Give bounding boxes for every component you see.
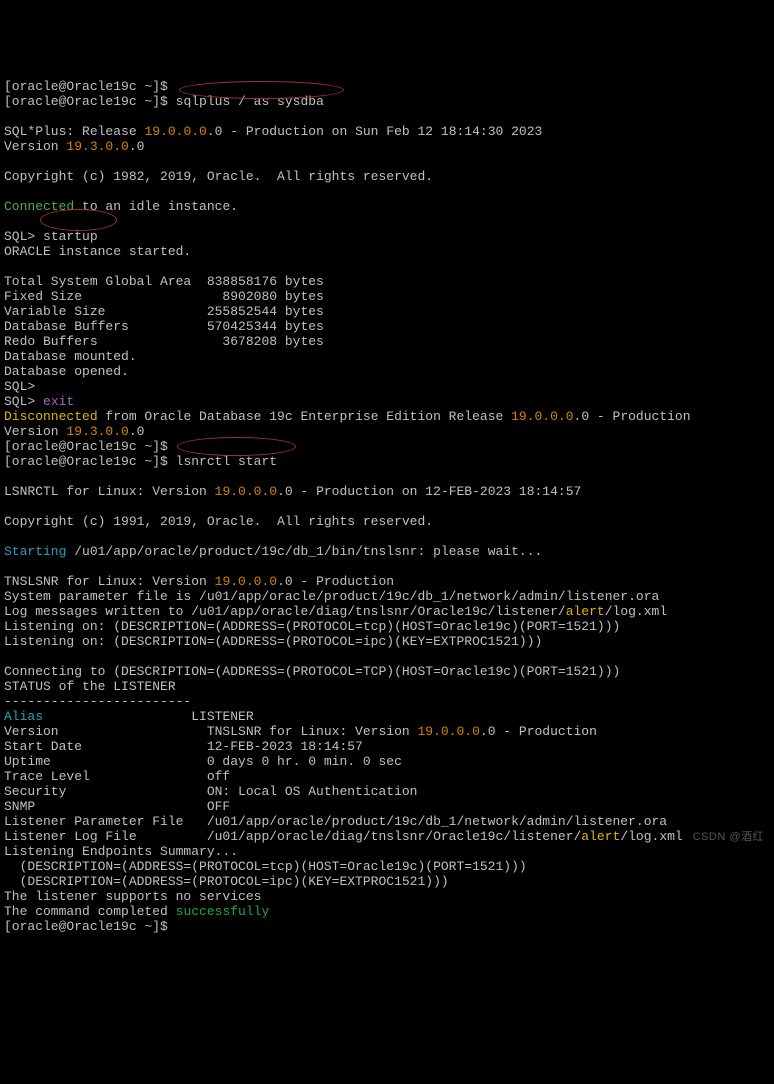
line: Listener Log File /u01/app/oracle/diag/t…: [4, 829, 581, 844]
line: System parameter file is /u01/app/oracle…: [4, 589, 659, 604]
cmd-lsnrctl: lsnrctl start: [176, 454, 277, 469]
line: (DESCRIPTION=(ADDRESS=(PROTOCOL=tcp)(HOS…: [4, 859, 527, 874]
ver: 19.0.0.0: [144, 124, 206, 139]
line: Security ON: Local OS Authentication: [4, 784, 417, 799]
ver: 19.0.0.0: [511, 409, 573, 424]
line: .0 - Production: [480, 724, 597, 739]
copyright: Copyright (c) 1982, 2019, Oracle. All ri…: [4, 169, 433, 184]
cmd-sqlplus: sqlplus / as sysdba: [176, 94, 324, 109]
line: from Oracle Database 19c Enterprise Edit…: [98, 409, 511, 424]
sql-prompt: SQL>: [4, 229, 43, 244]
alert-label: alert: [566, 604, 605, 619]
copyright: Copyright (c) 1991, 2019, Oracle. All ri…: [4, 514, 433, 529]
line: Fixed Size 8902080 bytes: [4, 289, 324, 304]
watermark: CSDN @酒红: [693, 830, 764, 845]
line: (DESCRIPTION=(ADDRESS=(PROTOCOL=ipc)(KEY…: [4, 874, 449, 889]
starting-label: Starting: [4, 544, 66, 559]
shell-prompt: [oracle@Oracle19c ~]$: [4, 454, 176, 469]
line: Variable Size 255852544 bytes: [4, 304, 324, 319]
line: /log.xml: [605, 604, 667, 619]
line: Version: [4, 424, 66, 439]
line: .0 - Production on Sun Feb 12 18:14:30 2…: [207, 124, 542, 139]
divider: ------------------------: [4, 694, 191, 709]
line: Listening Endpoints Summary...: [4, 844, 238, 859]
terminal-output: [oracle@Oracle19c ~]$ [oracle@Oracle19c …: [4, 64, 770, 979]
disconnected-label: Disconnected: [4, 409, 98, 424]
line: .0 - Production on 12-FEB-2023 18:14:57: [277, 484, 581, 499]
cmd-exit: exit: [43, 394, 74, 409]
shell-prompt: [oracle@Oracle19c ~]$: [4, 439, 168, 454]
cmd-startup: startup: [43, 229, 98, 244]
line: Log messages written to /u01/app/oracle/…: [4, 604, 566, 619]
line: Version TNSLSNR for Linux: Version: [4, 724, 417, 739]
line: TNSLSNR for Linux: Version: [4, 574, 215, 589]
ver: 19.3.0.0: [66, 139, 128, 154]
line: .0 - Production: [277, 574, 394, 589]
line: Listening on: (DESCRIPTION=(ADDRESS=(PRO…: [4, 619, 620, 634]
line: .0: [129, 139, 145, 154]
ver: 19.0.0.0: [417, 724, 479, 739]
shell-prompt: [oracle@Oracle19c ~]$: [4, 919, 168, 934]
line: LSNRCTL for Linux: Version: [4, 484, 215, 499]
line: Redo Buffers 3678208 bytes: [4, 334, 324, 349]
line: Database mounted.: [4, 349, 137, 364]
ver: 19.0.0.0: [215, 574, 277, 589]
line: ORACLE instance started.: [4, 244, 191, 259]
line: SNMP OFF: [4, 799, 230, 814]
line: STATUS of the LISTENER: [4, 679, 176, 694]
alias-val: LISTENER: [191, 709, 253, 724]
line: Version: [4, 139, 66, 154]
line: Connecting to (DESCRIPTION=(ADDRESS=(PRO…: [4, 664, 620, 679]
line: /log.xml: [620, 829, 682, 844]
sql-prompt: SQL>: [4, 394, 43, 409]
alias-label: Alias: [4, 709, 43, 724]
ver: 19.0.0.0: [215, 484, 277, 499]
line: The listener supports no services: [4, 889, 261, 904]
line: Uptime 0 days 0 hr. 0 min. 0 sec: [4, 754, 402, 769]
line: Start Date 12-FEB-2023 18:14:57: [4, 739, 363, 754]
line: .0: [129, 424, 145, 439]
line: Total System Global Area 838858176 bytes: [4, 274, 324, 289]
ver: 19.3.0.0: [66, 424, 128, 439]
line: Trace Level off: [4, 769, 230, 784]
line: Listening on: (DESCRIPTION=(ADDRESS=(PRO…: [4, 634, 542, 649]
successfully-label: successfully: [176, 904, 270, 919]
line: Listener Parameter File /u01/app/oracle/…: [4, 814, 667, 829]
line: Database Buffers 570425344 bytes: [4, 319, 324, 334]
line: SQL*Plus: Release: [4, 124, 144, 139]
line: Database opened.: [4, 364, 129, 379]
line: /u01/app/oracle/product/19c/db_1/bin/tns…: [66, 544, 542, 559]
line: .0 - Production: [574, 409, 691, 424]
line: to an idle instance.: [74, 199, 238, 214]
pad: [43, 709, 191, 724]
sql-prompt: SQL>: [4, 379, 43, 394]
shell-prompt: [oracle@Oracle19c ~]$: [4, 94, 176, 109]
connected-label: Connected: [4, 199, 74, 214]
shell-prompt: [oracle@Oracle19c ~]$: [4, 79, 168, 94]
line: The command completed: [4, 904, 176, 919]
alert-label: alert: [581, 829, 620, 844]
